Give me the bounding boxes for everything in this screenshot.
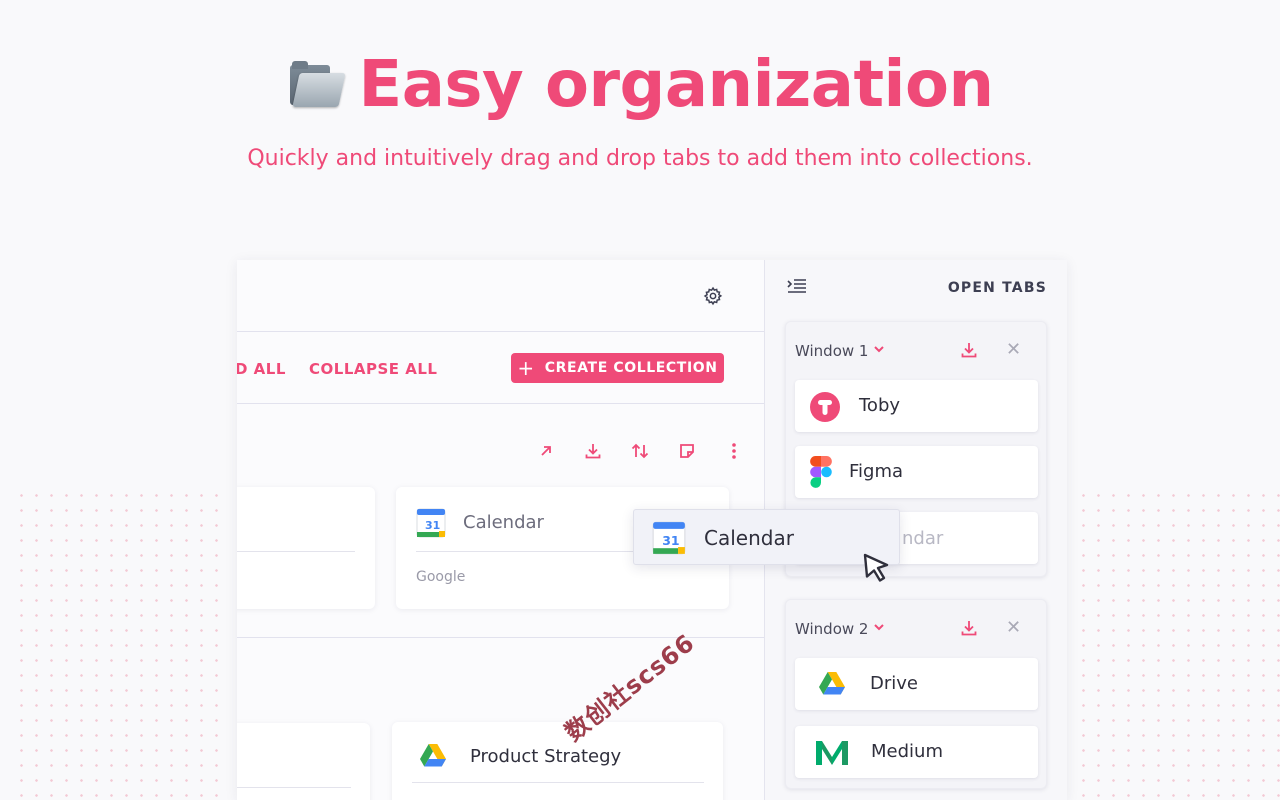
- expand-all-button[interactable]: D ALL: [237, 360, 286, 378]
- tab-label: Drive: [870, 673, 918, 694]
- download-icon[interactable]: [582, 440, 603, 461]
- collection-actions: [535, 440, 744, 461]
- google-calendar-icon: 31: [652, 521, 686, 555]
- card-divider: [237, 787, 351, 788]
- card-divider: [237, 551, 355, 552]
- dragged-tab-calendar[interactable]: 31 Calendar: [633, 509, 900, 565]
- google-drive-icon: [420, 744, 446, 767]
- create-collection-label: CREATE COLLECTION: [544, 360, 718, 376]
- tab-label: ndar: [902, 528, 944, 549]
- hero-subtitle: Quickly and intuitively drag and drop ta…: [247, 146, 1033, 171]
- tab-item-figma[interactable]: Figma: [795, 446, 1038, 498]
- open-in-new-icon[interactable]: [535, 440, 556, 461]
- hero-title: Easy organization: [358, 48, 994, 122]
- tab-item-drive[interactable]: Drive: [795, 658, 1038, 710]
- close-icon[interactable]: ✕: [1006, 619, 1021, 637]
- window-name: Window 2: [795, 620, 869, 638]
- window-name: Window 1: [795, 342, 869, 360]
- folder-icon: [286, 59, 347, 111]
- card-title: Product Strategy: [470, 746, 622, 767]
- open-tabs-title: OPEN TABS: [947, 280, 1047, 296]
- dot-pattern-right: [1076, 488, 1280, 800]
- hero-heading: Easy organization: [0, 48, 1280, 122]
- card-divider: [412, 782, 704, 783]
- toby-icon: [810, 392, 840, 422]
- create-collection-button[interactable]: + CREATE COLLECTION: [511, 353, 724, 383]
- card-title: Calendar: [463, 512, 544, 533]
- calendar-day: 31: [662, 533, 679, 548]
- dot-pattern-left: [14, 488, 226, 800]
- google-calendar-icon: 31: [416, 508, 446, 538]
- tab-item-medium[interactable]: Medium: [795, 726, 1038, 778]
- tab-label: Toby: [859, 395, 901, 416]
- card-meta: Google: [416, 569, 466, 585]
- more-vert-icon[interactable]: [723, 440, 744, 461]
- plus-icon: +: [517, 356, 535, 380]
- chevron-down-icon[interactable]: [872, 342, 886, 356]
- figma-icon: [810, 456, 832, 488]
- note-icon[interactable]: [676, 440, 697, 461]
- mouse-cursor-icon: [863, 553, 889, 582]
- download-icon[interactable]: [960, 341, 978, 359]
- collection-card-product-strategy[interactable]: Product Strategy: [392, 722, 723, 800]
- header-divider: [237, 331, 765, 332]
- collection-card-partial-2[interactable]: [237, 723, 370, 800]
- tab-label: Medium: [871, 741, 943, 762]
- tab-item-toby[interactable]: Toby: [795, 380, 1038, 432]
- dragged-tab-label: Calendar: [704, 526, 794, 550]
- toolbar-divider: [237, 403, 765, 404]
- chevron-down-icon[interactable]: [872, 620, 886, 634]
- svg-text:31: 31: [425, 519, 440, 532]
- window-2: Window 2 ✕ Drive Medium: [785, 599, 1047, 789]
- download-icon[interactable]: [960, 619, 978, 637]
- close-icon[interactable]: ✕: [1006, 341, 1021, 359]
- gear-icon[interactable]: [703, 286, 723, 306]
- sort-icon[interactable]: [629, 440, 650, 461]
- collapse-sidebar-icon[interactable]: [787, 278, 807, 294]
- tab-label: Figma: [849, 461, 904, 482]
- collection-card-partial[interactable]: [237, 487, 375, 609]
- google-drive-icon: [819, 672, 845, 695]
- collapse-all-button[interactable]: COLLAPSE ALL: [309, 360, 437, 378]
- medium-icon: [816, 741, 848, 765]
